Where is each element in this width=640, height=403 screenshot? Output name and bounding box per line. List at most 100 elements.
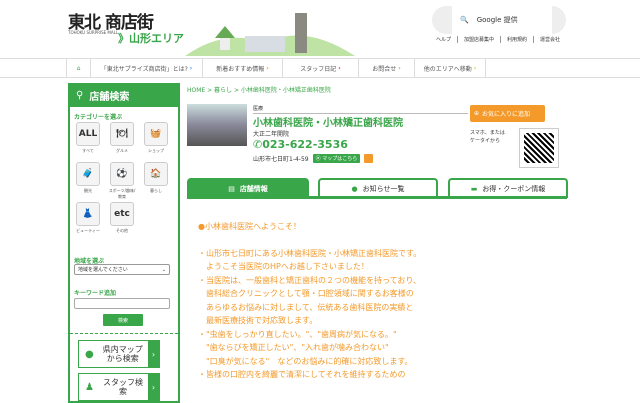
category-icon: 🧳 bbox=[82, 169, 94, 179]
category-icon: etc bbox=[114, 209, 130, 219]
description-line: ・当医院は、一般歯科と矯正歯科の２つの機能を持っており、 bbox=[198, 275, 422, 285]
notebook-icon: ▤ bbox=[228, 185, 235, 193]
shop-category: 医療 bbox=[253, 105, 468, 114]
main-nav: ⌂ 「東北サプライズ商店街」とは? › 新着おすすめ情報 › スタッフ日記 › お問合… bbox=[0, 58, 640, 78]
category-4-button[interactable]: ⚽ bbox=[110, 162, 134, 186]
region-select[interactable]: 地域を選んでください ⌄ bbox=[74, 264, 170, 275]
map-button[interactable]: ⦿ マップはこちら bbox=[312, 154, 361, 163]
help-link[interactable]: ヘルプ bbox=[436, 36, 451, 43]
keyword-input[interactable] bbox=[74, 298, 170, 309]
phone-icon: ✆ bbox=[253, 138, 263, 151]
category-label: 暮らし bbox=[150, 188, 162, 193]
description-line: あらゆるお悩みに対しまして、伝統ある歯科医院の実績と bbox=[198, 302, 414, 312]
description-line: "口臭が気になる" などのお悩みに的確に対応致します。 bbox=[198, 356, 413, 366]
shop-phone[interactable]: ✆023-622-3536 bbox=[253, 138, 348, 151]
qr-code bbox=[519, 128, 559, 168]
category-5-button[interactable]: 🏠 bbox=[144, 162, 168, 186]
category-icon: 🏠 bbox=[150, 169, 162, 179]
category-icon: 👗 bbox=[82, 209, 94, 219]
region-value: 地域を選んでください bbox=[78, 267, 128, 273]
nav-staff-diary[interactable]: スタッフ日記 › bbox=[282, 59, 358, 77]
search-icon: ⚲ bbox=[76, 89, 84, 101]
category-label: スポーツ/趣味/教育 bbox=[108, 188, 136, 199]
chevron-down-icon: ⌄ bbox=[161, 266, 166, 273]
staff-search-button[interactable]: ♟ スタッフ検索 › bbox=[78, 373, 160, 401]
category-label: すべて bbox=[82, 148, 94, 153]
shop-photo bbox=[187, 104, 247, 146]
nav-label: スタッフ日記 bbox=[300, 65, 337, 73]
category-label: ショップ bbox=[148, 148, 164, 153]
category-label: グルメ bbox=[116, 148, 128, 153]
chevron-right-icon: › bbox=[148, 341, 159, 367]
category-2-button[interactable]: 🧺 bbox=[144, 122, 168, 146]
alert-icon: ● bbox=[351, 185, 358, 193]
category-0-button[interactable]: ALL bbox=[76, 122, 100, 146]
sidebar-header: ⚲ 店舗検索 bbox=[68, 83, 180, 107]
description-line: ・山形市七日町にある小林歯科医院・小林矯正歯科医院です。 bbox=[198, 248, 422, 258]
map-pin-icon: ● bbox=[85, 348, 94, 360]
tab-label: お得・クーポン情報 bbox=[482, 185, 546, 193]
chevron-right-icon: › bbox=[189, 64, 193, 72]
plus-icon: ⊕ bbox=[474, 110, 480, 117]
staff-search-label: スタッフ検索 bbox=[102, 378, 143, 396]
sidebar-title: 店舗検索 bbox=[89, 91, 130, 103]
description-line: 歯科総合クリニックとして顎・口腔領域に関するお客様の bbox=[198, 289, 414, 298]
category-icon: 🧺 bbox=[150, 129, 162, 139]
category-label: 観光 bbox=[84, 188, 92, 193]
company-link[interactable]: 運営会社 bbox=[533, 36, 560, 43]
shop-address: 山形市七日町1-4-59 bbox=[253, 156, 309, 163]
description-line: "歯ならびを矯正したい"、"入れ歯が噛み合わない" bbox=[198, 343, 389, 352]
map-search-label: 県内マップから検索 bbox=[102, 345, 143, 363]
nav-label: 「東北サプライズ商店街」とは? bbox=[100, 65, 188, 73]
map-search-button[interactable]: ● 県内マップから検索 › bbox=[78, 340, 160, 368]
mobile-text: スマホ、または ケータイから bbox=[470, 130, 505, 144]
tab-shop-info[interactable]: ▤ 店舗情報 bbox=[187, 178, 309, 198]
area-label: 》山形エリア bbox=[118, 32, 184, 45]
search-button[interactable]: 検索 bbox=[103, 314, 143, 326]
shop-description: ●小林歯科医院へようこそ！ ・山形市七日町にある小林歯科医院・小林矯正歯科医院で… bbox=[198, 220, 568, 382]
chevron-right-icon: › bbox=[148, 374, 159, 400]
nav-about[interactable]: 「東北サプライズ商店街」とは? › bbox=[90, 59, 202, 77]
nav-label: お問合せ bbox=[372, 65, 397, 73]
category-label: ビューティー bbox=[76, 228, 100, 233]
category-1-button[interactable]: 🍽 bbox=[110, 122, 134, 146]
search-input[interactable]: Google 提供 bbox=[477, 15, 518, 25]
terms-link[interactable]: 利用規約 bbox=[500, 36, 527, 43]
nav-new[interactable]: 新着おすすめ情報 › bbox=[202, 59, 282, 77]
chevron-right-icon: › bbox=[473, 64, 477, 72]
chevron-right-icon: › bbox=[398, 64, 401, 72]
recruit-link[interactable]: 加盟店募集中 bbox=[457, 36, 494, 43]
category-label: その他 bbox=[116, 228, 128, 233]
skyline-illustration bbox=[185, 13, 355, 56]
shop-address-row: 山形市七日町1-4-59 ⦿ マップはこちら bbox=[253, 154, 374, 163]
tab-news[interactable]: ● お知らせ一覧 bbox=[318, 178, 438, 198]
description-line: ようこそ当医院のHPへお越し下さいました！ bbox=[198, 262, 369, 271]
category-icon: 🍽 bbox=[116, 129, 128, 139]
rss-icon[interactable] bbox=[364, 154, 374, 163]
category-icon: ⚽ bbox=[116, 169, 128, 179]
category-3-button[interactable]: 🧳 bbox=[76, 162, 100, 186]
tab-label: お知らせ一覧 bbox=[362, 185, 405, 193]
tab-coupon[interactable]: ▬ お得・クーポン情報 bbox=[448, 178, 568, 198]
chevron-right-icon: › bbox=[266, 64, 269, 72]
map-button-label: マップはこちら bbox=[322, 156, 358, 162]
person-icon: ♟ bbox=[85, 381, 94, 393]
category-7-button[interactable]: etc bbox=[110, 202, 134, 226]
breadcrumb[interactable]: HOME > 暮らし > 小林歯科医院・小林矯正歯科医院 bbox=[187, 85, 331, 94]
tab-label: 店舗情報 bbox=[239, 185, 268, 193]
category-6-button[interactable]: 👗 bbox=[76, 202, 100, 226]
ticket-icon: ▬ bbox=[470, 185, 478, 193]
welcome-heading: ●小林歯科医院へようこそ！ bbox=[198, 222, 301, 231]
home-icon[interactable]: ⌂ bbox=[66, 59, 90, 77]
search-bar[interactable]: 🔍 Google 提供 bbox=[432, 6, 566, 34]
top-links: ヘルプ 加盟店募集中 利用規約 運営会社 bbox=[436, 36, 560, 43]
nav-contact[interactable]: お問合せ › bbox=[358, 59, 414, 77]
tab-underline bbox=[187, 196, 567, 199]
nav-other-area[interactable]: 他のエリアへ移動 › bbox=[414, 59, 486, 77]
divider bbox=[70, 333, 178, 334]
shop-name: 小林歯科医院・小林矯正歯科医院 bbox=[253, 118, 403, 129]
keyword-label: キーワード追加 bbox=[74, 290, 117, 297]
category-label: カテゴリーを選ぶ bbox=[74, 114, 123, 121]
add-favorite-button[interactable]: ⊕ お気に入りに追加 bbox=[470, 105, 545, 122]
shop-established: 大正二年開院 bbox=[253, 131, 290, 138]
